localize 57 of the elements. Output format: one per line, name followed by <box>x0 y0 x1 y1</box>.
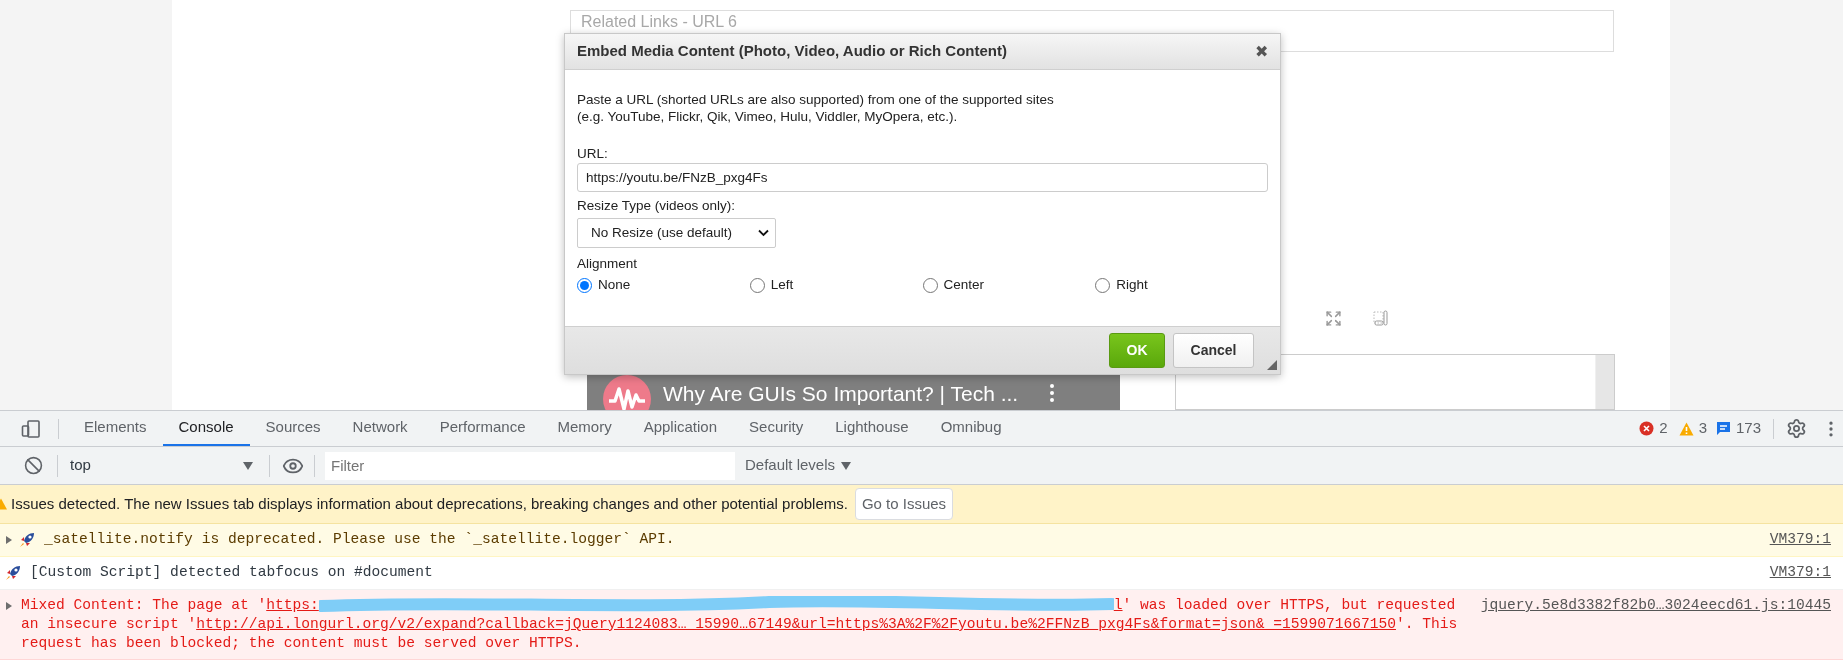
devtools-tab[interactable]: Elements <box>68 411 163 446</box>
video-title: Why Are GUIs So Important? | Tech ... <box>663 381 1019 407</box>
video-thumbnail[interactable]: Why Are GUIs So Important? | Tech ... <box>587 375 1120 410</box>
chevron-down-icon <box>758 229 769 237</box>
alignment-radio[interactable]: Center <box>922 275 985 296</box>
sidebar-toggle-icon[interactable] <box>1372 310 1389 327</box>
error-count[interactable]: 2 <box>1659 417 1668 440</box>
source-link[interactable]: VM379:1 <box>1769 563 1831 582</box>
resize-type-select[interactable]: No Resize (use default) <box>577 218 776 248</box>
url-link[interactable]: http://api.longurl.org/v2/expand?callback=jQuery1124083…_15990…67149&url=https%3A%2F%2Fyoutu.be%2FFNzB_pxg4Fs&format=json&_=1599071667150 <box>196 616 1396 632</box>
issues-message: Issues detected. The new Issues tab displays information about deprecations, breaking changes and other potential problems. <box>11 493 848 514</box>
alignment-label: Alignment <box>577 256 639 272</box>
url-field[interactable]: https://youtu.be/FNzB_pxg4Fs <box>577 163 1268 192</box>
resize-grip-icon[interactable] <box>1267 360 1277 370</box>
dropdown-triangle-icon <box>243 461 253 470</box>
source-link[interactable]: VM379:1 <box>1769 530 1831 549</box>
device-toolbar-icon[interactable] <box>21 418 41 439</box>
cancel-button[interactable]: Cancel <box>1173 333 1254 368</box>
dropdown-triangle-icon <box>841 461 852 470</box>
clear-console-icon[interactable] <box>24 456 43 475</box>
warning-icon <box>0 498 8 510</box>
console-message: [Custom Script] detected tabfocus on #document <box>30 563 434 582</box>
scrollbar[interactable] <box>1595 355 1614 409</box>
devtools-tab[interactable]: Performance <box>423 411 542 446</box>
resize-type-label: Resize Type (videos only): <box>577 198 737 214</box>
alignment-radio[interactable]: None <box>577 275 631 296</box>
message-count[interactable]: 173 <box>1735 417 1761 440</box>
go-to-issues-button[interactable]: Go to Issues <box>854 488 954 520</box>
rocket-icon <box>5 564 22 581</box>
dialog-description: Paste a URL (shorted URLs are also supported) from one of the supported sites (e.g. YouTube, Flickr, Qik, Vimeo, Hulu, Viddler, MyOpera, etc.). <box>577 91 1055 125</box>
warning-count[interactable]: 3 <box>1698 417 1707 440</box>
devtools-tab[interactable]: Security <box>733 411 820 446</box>
rocket-icon <box>19 531 36 548</box>
alignment-radio[interactable]: Right <box>1095 275 1148 296</box>
devtools-tab[interactable]: Sources <box>249 411 337 446</box>
devtools-tab[interactable]: Application <box>627 411 734 446</box>
devtools-tab[interactable]: Network <box>336 411 424 446</box>
context-select[interactable]: top <box>70 454 253 477</box>
settings-icon[interactable] <box>1786 418 1807 439</box>
devtools-tab[interactable]: Lighthouse <box>819 411 925 446</box>
url-link[interactable]: https: <box>266 597 319 613</box>
source-link[interactable]: jquery.5e8d3382f82b0…3024eecd61.js:10445 <box>1480 596 1831 615</box>
devtools-tab[interactable]: Omnibug <box>924 411 1018 446</box>
url-label: URL: <box>577 146 609 162</box>
filter-field[interactable]: Filter <box>325 451 735 480</box>
expand-arrow-icon[interactable] <box>5 534 13 545</box>
log-levels-dropdown[interactable]: Default levels <box>745 454 852 477</box>
devtools-tab[interactable]: Memory <box>541 411 628 446</box>
message-icon <box>1715 421 1731 436</box>
url-link[interactable]: l <box>1113 597 1123 613</box>
console-message: Mixed Content: The page at 'https: l' was loaded over HTTPS, but requested an insecure script 'http://api.longurl.org/v2/expand?callback=jQuery1124083…_15990…67149&url=https%3A%2F%2Fyoutu.be%2FFNzB_pxg4Fs&format=json&_=1599071667150'. This request has been blocked; the content must be served over HTTPS. <box>21 596 1459 653</box>
console-message: _satellite.notify is deprecated. Please use the `_satellite.logger` API. <box>44 530 676 549</box>
expand-arrow-icon[interactable] <box>5 600 13 611</box>
alignment-radio[interactable]: Left <box>749 275 794 296</box>
warning-icon <box>1678 421 1694 436</box>
error-icon <box>1639 421 1655 436</box>
fullscreen-icon[interactable] <box>1325 310 1342 327</box>
